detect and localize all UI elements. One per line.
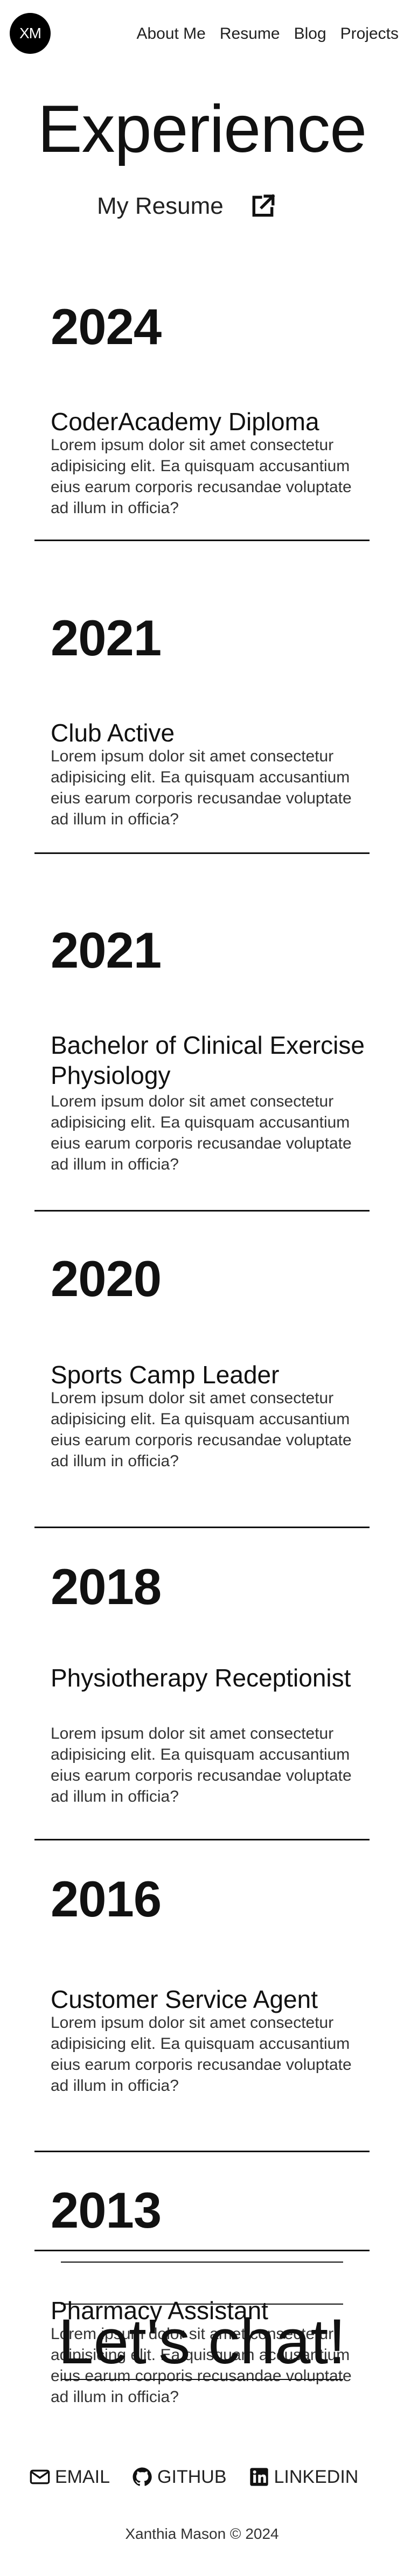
github-link[interactable]: GITHUB: [131, 2466, 227, 2488]
mail-icon: [30, 2469, 50, 2484]
entry-year: 2016: [51, 1871, 162, 1927]
entry-role: Customer Service Agent: [51, 1985, 318, 2013]
github-icon: [133, 2467, 152, 2486]
entry-role: Club Active: [51, 719, 175, 747]
nav-blog[interactable]: Blog: [294, 25, 326, 43]
entry-description: Lorem ipsum dolor sit amet consectetur a…: [51, 747, 352, 828]
entry-year: 2021: [51, 922, 162, 978]
linkedin-link[interactable]: LINKEDIN: [248, 2466, 359, 2488]
entry-year: 2021: [51, 610, 162, 666]
social-links: EMAIL GITHUB LINKEDIN: [29, 2466, 358, 2488]
chat-heading[interactable]: Let's chat!: [0, 2310, 404, 2374]
divider: [34, 2250, 370, 2251]
nav-about-me[interactable]: About Me: [136, 25, 205, 43]
linkedin-icon: [249, 2468, 268, 2486]
entry-year: 2020: [51, 1250, 162, 1307]
resume-link-label: My Resume: [97, 193, 224, 219]
entry-description: Lorem ipsum dolor sit amet consectetur a…: [51, 1725, 352, 1805]
entry-description: Lorem ipsum dolor sit amet consectetur a…: [51, 1093, 352, 1173]
entry-role: Bachelor of Clinical Exercise Physiology: [51, 1031, 365, 1089]
divider: [34, 540, 370, 541]
nav-resume[interactable]: Resume: [220, 25, 280, 43]
logo[interactable]: XM: [10, 13, 51, 54]
divider: [34, 1527, 370, 1528]
divider: [34, 1210, 370, 1212]
divider: [34, 2151, 370, 2152]
chat-top-line: [61, 2262, 343, 2263]
github-label: GITHUB: [157, 2466, 227, 2487]
entry-role: CoderAcademy Diploma: [51, 408, 319, 436]
entry-role: Sports Camp Leader: [51, 1361, 280, 1389]
main-nav: About Me Resume Blog Projects: [136, 25, 399, 43]
linkedin-label: LINKEDIN: [274, 2466, 359, 2487]
resume-link[interactable]: My Resume: [97, 193, 276, 220]
chat-bottom-rule: [61, 2379, 343, 2380]
page-title: Experience: [37, 92, 367, 166]
entry-description: Lorem ipsum dolor sit amet consectetur a…: [51, 2014, 352, 2095]
nav-projects[interactable]: Projects: [340, 25, 399, 43]
email-link[interactable]: EMAIL: [29, 2466, 110, 2488]
entry-year: 2013: [51, 2182, 162, 2238]
entry-year: 2018: [51, 1558, 162, 1615]
external-link-icon: [252, 194, 275, 217]
entry-description: Lorem ipsum dolor sit amet consectetur a…: [51, 1389, 352, 1470]
footer-copyright: Xanthia Mason © 2024: [125, 2525, 279, 2542]
entry-year: 2024: [51, 298, 162, 355]
logo-text: XM: [19, 25, 41, 41]
entry-description: Lorem ipsum dolor sit amet consectetur a…: [51, 436, 352, 517]
divider: [34, 852, 370, 854]
chat-top-rule: [61, 2304, 343, 2305]
email-label: EMAIL: [55, 2466, 110, 2487]
site-header: XM About Me Resume Blog Projects: [0, 0, 404, 70]
entry-role: Physiotherapy Receptionist: [51, 1664, 351, 1692]
divider: [34, 1839, 370, 1840]
